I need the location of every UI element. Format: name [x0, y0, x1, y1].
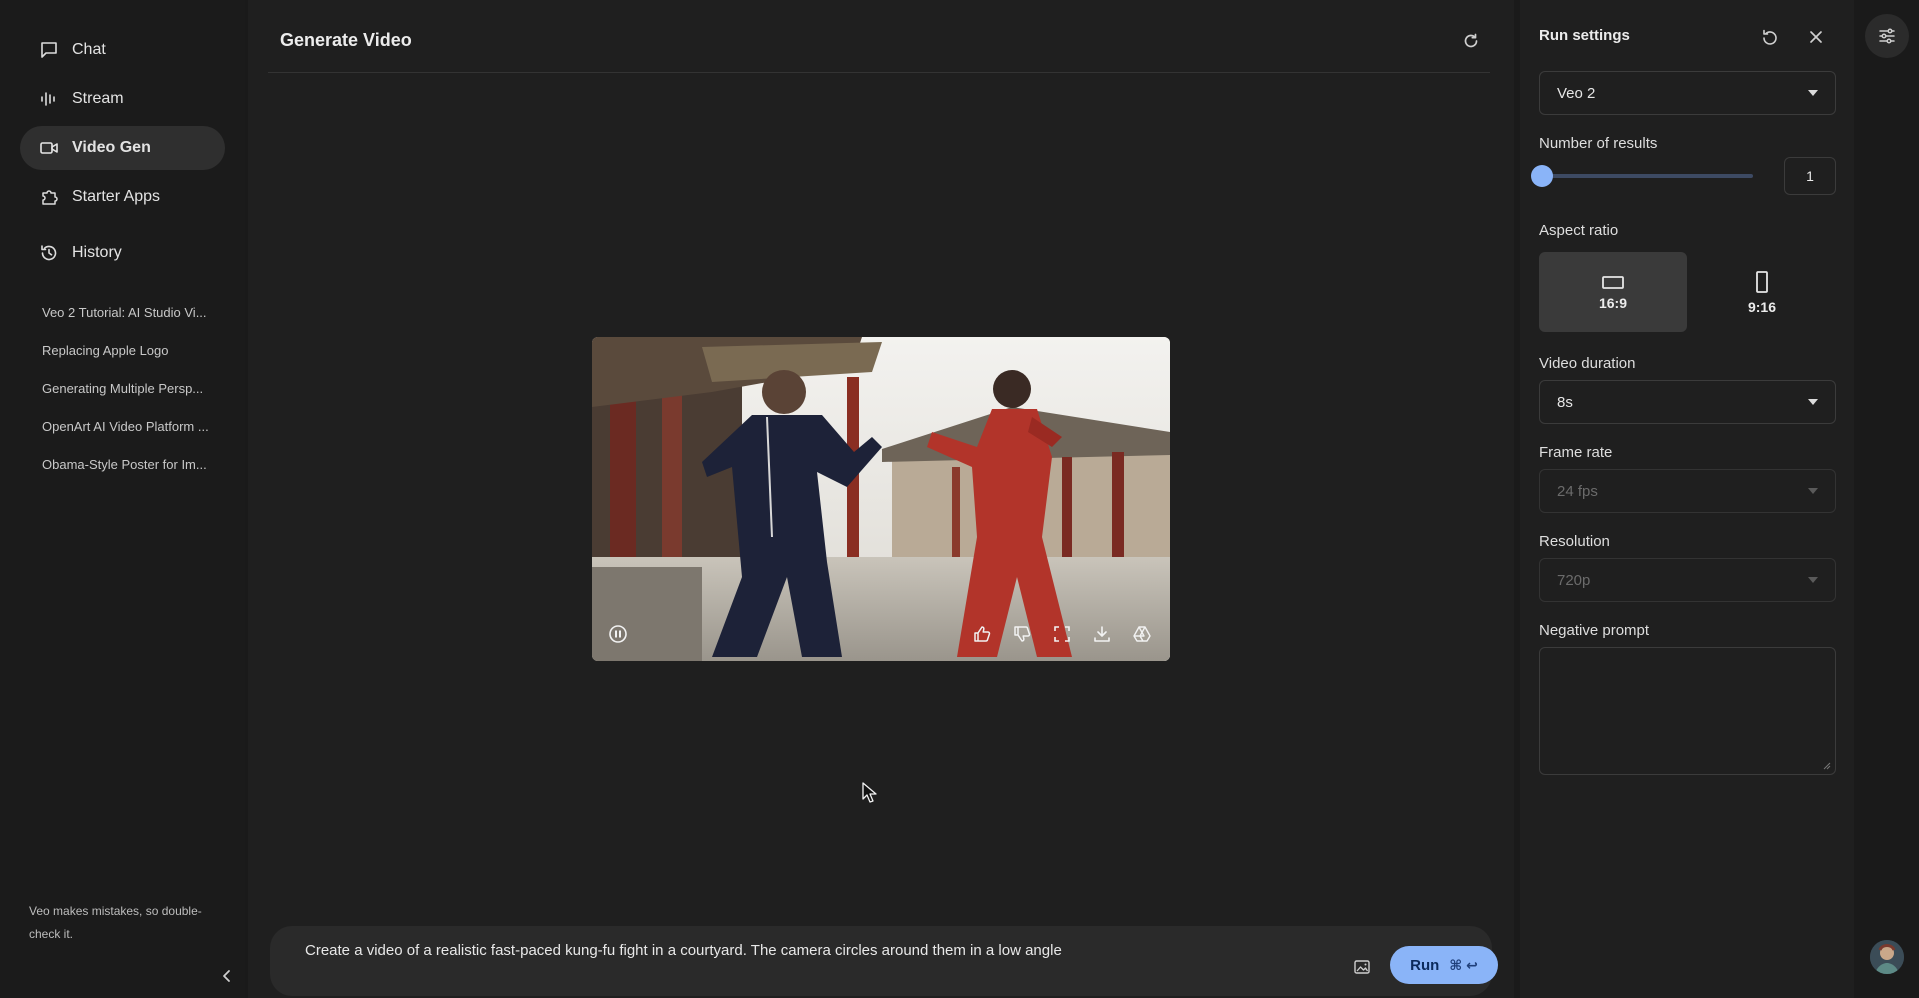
main-panel: Generate Video: [248, 0, 1514, 998]
thumbs-down-icon: [1012, 624, 1032, 644]
run-shortcut: ⌘ ↩: [1449, 957, 1478, 974]
history-item[interactable]: OpenArt AI Video Platform ...: [42, 416, 222, 454]
aspect-option-label: 16:9: [1599, 295, 1627, 311]
portrait-icon: [1754, 270, 1770, 294]
disclaimer-text: Veo makes mistakes, so double-check it.: [29, 900, 219, 946]
frame-rate-label: Frame rate: [1539, 444, 1612, 461]
drive-icon: [1132, 624, 1152, 644]
close-icon: [1808, 29, 1824, 45]
model-select-value: Veo 2: [1557, 85, 1595, 102]
nav-item-label: Chat: [72, 41, 106, 59]
results-number-input[interactable]: 1: [1784, 157, 1836, 195]
run-settings-panel: Run settings Veo 2 Number of results 1 A…: [1520, 0, 1854, 998]
aspect-option-16-9[interactable]: 16:9: [1539, 252, 1687, 332]
dropdown-caret-icon: [1808, 488, 1818, 494]
results-slider-thumb[interactable]: [1531, 165, 1553, 187]
starter-apps-icon: [38, 186, 60, 208]
stream-icon: [38, 88, 60, 110]
thumbs-up-icon: [972, 624, 992, 644]
nav-item-label: Starter Apps: [72, 188, 160, 206]
aspect-option-9-16[interactable]: 9:16: [1688, 252, 1836, 332]
dropdown-caret-icon: [1808, 90, 1818, 96]
toggle-settings-button[interactable]: [1865, 14, 1909, 58]
reset-settings-button[interactable]: [1759, 26, 1781, 48]
thumbs-up-button[interactable]: [969, 621, 995, 647]
left-sidebar: Chat Stream Video Gen Starter Apps Histo…: [0, 0, 245, 998]
reset-icon: [1760, 27, 1780, 47]
resize-grip-icon[interactable]: [1821, 760, 1831, 770]
fullscreen-icon: [1052, 624, 1072, 644]
nav-item-starter-apps[interactable]: Starter Apps: [20, 175, 225, 219]
primary-nav: Chat Stream Video Gen Starter Apps Histo…: [20, 28, 225, 280]
download-button[interactable]: [1089, 621, 1115, 647]
frame-rate-select[interactable]: 24 fps: [1539, 469, 1836, 513]
dropdown-caret-icon: [1808, 399, 1818, 405]
page-title: Generate Video: [280, 30, 412, 51]
history-item[interactable]: Veo 2 Tutorial: AI Studio Vi...: [42, 302, 222, 340]
history-list: Veo 2 Tutorial: AI Studio Vi... Replacin…: [42, 302, 222, 492]
pause-button[interactable]: [605, 621, 631, 647]
right-rail: [1856, 0, 1919, 998]
nav-item-chat[interactable]: Chat: [20, 28, 225, 72]
results-slider[interactable]: [1539, 174, 1753, 178]
resolution-select[interactable]: 720p: [1539, 558, 1836, 602]
prompt-bar: Create a video of a realistic fast-paced…: [270, 926, 1492, 996]
video-icon: [38, 137, 60, 159]
video-duration-label: Video duration: [1539, 355, 1635, 372]
add-image-button[interactable]: [1351, 956, 1373, 978]
aspect-option-label: 9:16: [1748, 299, 1776, 315]
download-icon: [1092, 624, 1112, 644]
negative-prompt-input[interactable]: [1539, 647, 1836, 775]
refresh-icon: [1462, 32, 1480, 50]
history-item[interactable]: Obama-Style Poster for Im...: [42, 454, 222, 492]
fullscreen-button[interactable]: [1049, 621, 1075, 647]
refresh-button[interactable]: [1460, 30, 1482, 52]
main-header: Generate Video: [268, 0, 1490, 73]
nav-item-label: Video Gen: [72, 139, 151, 157]
run-button-label: Run: [1410, 957, 1439, 974]
video-frame: [592, 337, 1170, 661]
nav-item-stream[interactable]: Stream: [20, 77, 225, 121]
tune-icon: [1877, 26, 1897, 46]
run-button[interactable]: Run ⌘ ↩: [1390, 946, 1498, 984]
nav-item-video-gen[interactable]: Video Gen: [20, 126, 225, 170]
history-icon: [38, 242, 60, 264]
history-item[interactable]: Replacing Apple Logo: [42, 340, 222, 378]
nav-item-history[interactable]: History: [20, 231, 225, 275]
landscape-icon: [1601, 274, 1625, 290]
save-to-drive-button[interactable]: [1129, 621, 1155, 647]
chat-icon: [38, 39, 60, 61]
run-settings-title: Run settings: [1539, 27, 1630, 44]
add-image-icon: [1353, 958, 1371, 976]
prompt-input[interactable]: Create a video of a realistic fast-paced…: [305, 942, 1062, 959]
results-label: Number of results: [1539, 135, 1657, 152]
frame-rate-value: 24 fps: [1557, 483, 1598, 500]
user-avatar-icon: [1870, 940, 1904, 974]
mouse-cursor-icon: [862, 782, 878, 804]
nav-item-label: Stream: [72, 90, 124, 108]
thumbs-down-button[interactable]: [1009, 621, 1035, 647]
resolution-label: Resolution: [1539, 533, 1610, 550]
aspect-ratio-label: Aspect ratio: [1539, 222, 1618, 239]
close-settings-button[interactable]: [1805, 26, 1827, 48]
history-item[interactable]: Generating Multiple Persp...: [42, 378, 222, 416]
chevron-left-icon: [220, 969, 234, 983]
dropdown-caret-icon: [1808, 577, 1818, 583]
video-duration-select[interactable]: 8s: [1539, 380, 1836, 424]
resolution-value: 720p: [1557, 572, 1590, 589]
collapse-sidebar-button[interactable]: [216, 965, 238, 987]
video-duration-value: 8s: [1557, 394, 1573, 411]
model-select[interactable]: Veo 2: [1539, 71, 1836, 115]
nav-item-label: History: [72, 244, 122, 262]
pause-icon: [608, 624, 628, 644]
video-player[interactable]: [592, 337, 1170, 661]
avatar[interactable]: [1870, 940, 1904, 974]
negative-prompt-label: Negative prompt: [1539, 622, 1649, 639]
